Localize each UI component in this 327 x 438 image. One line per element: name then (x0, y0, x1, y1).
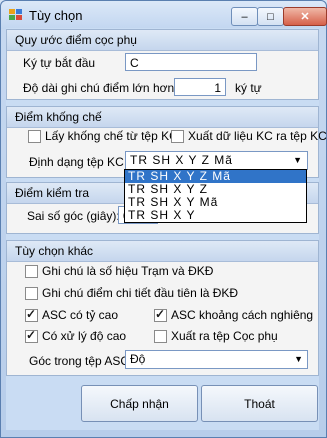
exit-button[interactable]: Thoát (201, 385, 318, 422)
ok-button[interactable]: Chấp nhận (81, 385, 198, 422)
group-title: Quy ước điểm cọc phụ (15, 33, 137, 47)
kc-format-label: Định dạng tệp KC (29, 155, 124, 169)
kc-format-value: TR SH X Y Z Mã (130, 153, 233, 167)
group-title: Điểm kiểm tra (15, 186, 90, 200)
angle-error-label: Sai số góc (giây): (27, 209, 120, 223)
asc-height-checkbox[interactable] (25, 307, 38, 322)
group-title: Điểm khống chế (15, 110, 102, 124)
chevron-down-icon: ▼ (293, 155, 303, 165)
maximize-button[interactable]: □ (257, 7, 284, 26)
window-title: Tùy chọn (29, 8, 83, 23)
note-station-checkbox[interactable] (25, 265, 38, 278)
asc-slope-checkbox[interactable] (154, 307, 167, 322)
minimize-icon: ‒ (241, 10, 248, 23)
group-header: Tùy chọn khác (7, 241, 318, 262)
group-stake-convention: Quy ước điểm cọc phụ Ký tự bắt đầu C Độ … (6, 29, 319, 100)
group-header: Điểm khống chế (7, 107, 318, 128)
close-icon: ✕ (300, 11, 310, 23)
asc-angle-label: Góc trong tệp ASC (29, 354, 130, 368)
get-from-kc-label: Lấy khống chế từ tệp KC (45, 129, 178, 143)
has-height-label: Có xử lý độ cao (42, 329, 127, 343)
group-control-points: Điểm khống chế Lấy khống chế từ tệp KC X… (6, 106, 327, 178)
app-icon (9, 9, 23, 21)
note-first-checkbox[interactable] (25, 287, 38, 300)
chevron-down-icon: ▼ (294, 354, 303, 364)
note-length-label: Độ dài ghi chú điểm lớn hơn (23, 81, 175, 95)
asc-angle-select[interactable]: Độ ▼ (125, 350, 308, 369)
maximize-icon: □ (267, 10, 274, 23)
group-other-options: Tùy chọn khác Ghi chú là số hiệu Trạm và… (6, 240, 319, 376)
minimize-button[interactable]: ‒ (231, 7, 258, 26)
note-length-unit: ký tự (235, 81, 262, 95)
close-button[interactable]: ✕ (283, 7, 327, 26)
export-kc-checkbox[interactable] (171, 130, 184, 143)
export-stake-checkbox[interactable] (154, 330, 167, 343)
has-height-checkbox[interactable] (25, 328, 38, 343)
title-bar: Tùy chọn ‒ □ ✕ (1, 1, 327, 29)
kc-format-dropdown: TR SH X Y Z Mã TR SH X Y Z TR SH X Y Mã … (124, 169, 307, 223)
asc-slope-label: ASC khoảng cách nghiêng (171, 308, 314, 322)
asc-angle-value: Độ (130, 352, 146, 366)
kc-format-select[interactable]: TR SH X Y Z Mã ▼ (125, 151, 308, 170)
note-station-label: Ghi chú là số hiệu Trạm và ĐKĐ (42, 264, 214, 278)
group-title: Tùy chọn khác (15, 244, 94, 258)
group-header: Quy ước điểm cọc phụ (7, 30, 318, 51)
asc-height-label: ASC có tỷ cao (42, 308, 119, 322)
export-kc-label: Xuất dữ liệu KC ra tệp KC (188, 129, 327, 143)
start-char-input[interactable]: C (125, 53, 257, 71)
get-from-kc-checkbox[interactable] (28, 130, 41, 143)
note-first-label: Ghi chú điểm chi tiết đầu tiên là ĐKĐ (42, 286, 239, 300)
format-option[interactable]: TR SH X Y (125, 209, 306, 222)
export-stake-label: Xuất ra tệp Cọc phụ (171, 329, 278, 343)
note-length-input[interactable]: 1 (174, 78, 226, 96)
start-char-label: Ký tự bắt đầu (23, 56, 96, 70)
